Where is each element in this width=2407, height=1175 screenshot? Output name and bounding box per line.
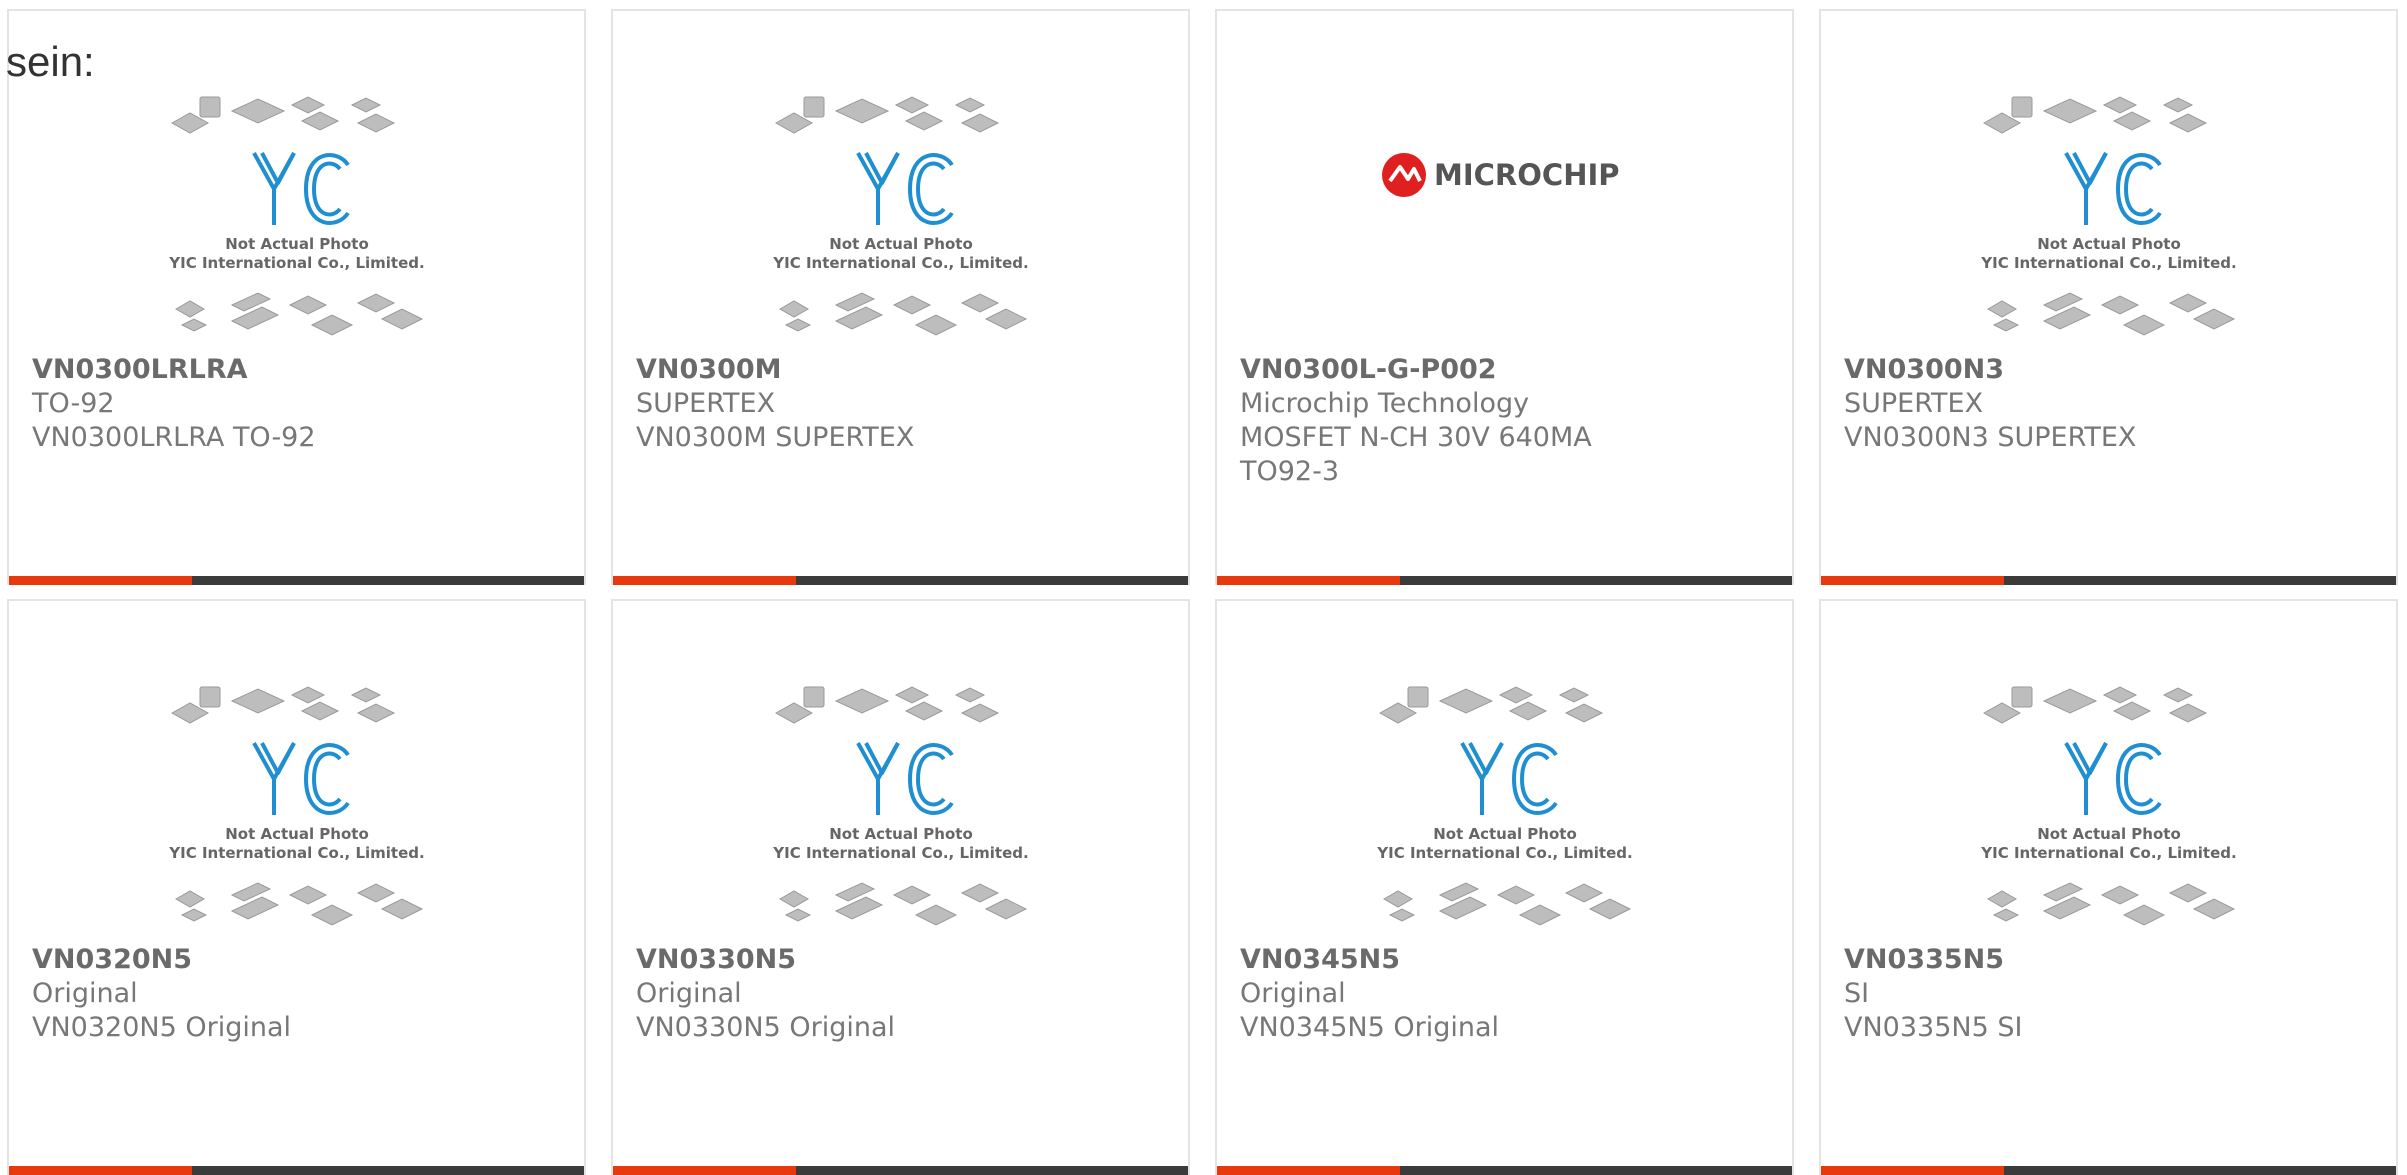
placeholder-caption-1: Not Actual Photo bbox=[829, 235, 973, 253]
product-placeholder-image: Not Actual Photo YIC International Co., … bbox=[168, 96, 424, 336]
card-accent-bar bbox=[9, 1166, 584, 1175]
product-card[interactable]: Not Actual Photo YIC International Co., … bbox=[611, 9, 1190, 585]
product-description: VN0345N5 Original bbox=[1240, 1012, 1499, 1043]
product-part-number[interactable]: VN0300M bbox=[636, 353, 1076, 387]
product-image[interactable]: Not Actual Photo YIC International Co., … bbox=[9, 683, 584, 938]
product-placeholder-image: Not Actual Photo YIC International Co., … bbox=[168, 686, 424, 926]
product-card[interactable]: MICROCHIP VN0300L-G-P002 Microchip Techno… bbox=[1215, 9, 1794, 585]
placeholder-caption-1: Not Actual Photo bbox=[2037, 825, 2181, 843]
product-info: VN0300M SUPERTEX VN0300M SUPERTEX bbox=[636, 353, 1076, 455]
placeholder-caption-1: Not Actual Photo bbox=[1433, 825, 1577, 843]
card-accent-highlight bbox=[1821, 576, 2004, 585]
placeholder-caption-1: Not Actual Photo bbox=[2037, 235, 2181, 253]
card-accent-highlight bbox=[613, 576, 796, 585]
card-accent-highlight bbox=[1821, 1166, 2004, 1175]
card-accent-bar bbox=[1821, 1166, 2396, 1175]
product-manufacturer: Original bbox=[636, 978, 742, 1009]
card-accent-highlight bbox=[613, 1166, 796, 1175]
product-image[interactable]: Not Actual Photo YIC International Co., … bbox=[613, 93, 1188, 348]
card-accent-highlight bbox=[9, 1166, 192, 1175]
page-heading: sein: bbox=[6, 38, 95, 85]
card-accent-bar bbox=[9, 576, 584, 585]
card-accent-bar bbox=[613, 576, 1188, 585]
placeholder-caption-2: YIC International Co., Limited. bbox=[772, 844, 1028, 862]
product-part-number[interactable]: VN0345N5 bbox=[1240, 943, 1680, 977]
product-image[interactable]: Not Actual Photo YIC International Co., … bbox=[1821, 683, 2396, 938]
card-accent-highlight bbox=[1217, 1166, 1400, 1175]
product-manufacturer: SI bbox=[1844, 978, 1870, 1009]
product-part-number[interactable]: VN0300L-G-P002 bbox=[1240, 353, 1680, 387]
placeholder-caption-1: Not Actual Photo bbox=[225, 825, 369, 843]
product-card[interactable]: Not Actual Photo YIC International Co., … bbox=[1819, 9, 2398, 585]
product-card[interactable]: Not Actual Photo YIC International Co., … bbox=[611, 599, 1190, 1175]
placeholder-caption-2: YIC International Co., Limited. bbox=[772, 254, 1028, 272]
product-placeholder-image: Not Actual Photo YIC International Co., … bbox=[1376, 686, 1632, 926]
product-card[interactable]: Not Actual Photo YIC International Co., … bbox=[1215, 599, 1794, 1175]
product-description: VN0300LRLRA TO-92 bbox=[32, 422, 316, 453]
product-part-number[interactable]: VN0335N5 bbox=[1844, 943, 2284, 977]
product-description: VN0300N3 SUPERTEX bbox=[1844, 422, 2137, 453]
product-image[interactable]: Not Actual Photo YIC International Co., … bbox=[613, 683, 1188, 938]
product-info: VN0345N5 Original VN0345N5 Original bbox=[1240, 943, 1680, 1045]
product-part-number[interactable]: VN0300LRLRA bbox=[32, 353, 472, 387]
product-info: VN0300LRLRA TO-92 VN0300LRLRA TO-92 bbox=[32, 353, 472, 455]
placeholder-caption-2: YIC International Co., Limited. bbox=[1376, 844, 1632, 862]
product-card[interactable]: Not Actual Photo YIC International Co., … bbox=[7, 599, 586, 1175]
microchip-logo-image: MICROCHIP bbox=[1381, 153, 1620, 197]
placeholder-caption-2: YIC International Co., Limited. bbox=[1980, 254, 2236, 272]
placeholder-caption-2: YIC International Co., Limited. bbox=[168, 254, 424, 272]
product-info: VN0300N3 SUPERTEX VN0300N3 SUPERTEX bbox=[1844, 353, 2284, 455]
card-accent-highlight bbox=[9, 576, 192, 585]
product-manufacturer: Original bbox=[1240, 978, 1346, 1009]
product-description: VN0320N5 Original bbox=[32, 1012, 291, 1043]
card-accent-bar bbox=[1821, 576, 2396, 585]
product-image[interactable]: Not Actual Photo YIC International Co., … bbox=[1821, 93, 2396, 348]
microchip-logo-text: MICROCHIP bbox=[1434, 158, 1620, 192]
card-accent-bar bbox=[1217, 576, 1792, 585]
placeholder-caption-1: Not Actual Photo bbox=[225, 235, 369, 253]
product-placeholder-image: Not Actual Photo YIC International Co., … bbox=[772, 686, 1028, 926]
product-placeholder-image: Not Actual Photo YIC International Co., … bbox=[772, 96, 1028, 336]
product-part-number[interactable]: VN0330N5 bbox=[636, 943, 1076, 977]
product-image[interactable]: MICROCHIP bbox=[1217, 93, 1792, 348]
product-placeholder-image: Not Actual Photo YIC International Co., … bbox=[1980, 686, 2236, 926]
product-manufacturer: TO-92 bbox=[32, 388, 115, 419]
product-description: VN0300M SUPERTEX bbox=[636, 422, 915, 453]
product-manufacturer: SUPERTEX bbox=[636, 388, 776, 419]
product-manufacturer: Microchip Technology bbox=[1240, 388, 1530, 419]
product-grid: Not Actual Photo YIC International Co., … bbox=[7, 9, 2398, 1175]
card-accent-bar bbox=[613, 1166, 1188, 1175]
placeholder-caption-2: YIC International Co., Limited. bbox=[1980, 844, 2236, 862]
product-description: VN0330N5 Original bbox=[636, 1012, 895, 1043]
placeholder-caption-2: YIC International Co., Limited. bbox=[168, 844, 424, 862]
product-card[interactable]: Not Actual Photo YIC International Co., … bbox=[7, 9, 586, 585]
placeholder-caption-1: Not Actual Photo bbox=[829, 825, 973, 843]
product-description: MOSFET N-CH 30V 640MA TO92-3 bbox=[1240, 422, 1592, 487]
product-manufacturer: Original bbox=[32, 978, 138, 1009]
product-image[interactable]: Not Actual Photo YIC International Co., … bbox=[1217, 683, 1792, 938]
product-manufacturer: SUPERTEX bbox=[1844, 388, 1984, 419]
product-info: VN0330N5 Original VN0330N5 Original bbox=[636, 943, 1076, 1045]
product-info: VN0300L-G-P002 Microchip Technology MOSFET… bbox=[1240, 353, 1680, 489]
product-part-number[interactable]: VN0300N3 bbox=[1844, 353, 2284, 387]
card-accent-highlight bbox=[1217, 576, 1400, 585]
card-accent-bar bbox=[1217, 1166, 1792, 1175]
product-placeholder-image: Not Actual Photo YIC International Co., … bbox=[1980, 96, 2236, 336]
product-info: VN0320N5 Original VN0320N5 Original bbox=[32, 943, 472, 1045]
product-part-number[interactable]: VN0320N5 bbox=[32, 943, 472, 977]
product-card[interactable]: Not Actual Photo YIC International Co., … bbox=[1819, 599, 2398, 1175]
product-image[interactable]: Not Actual Photo YIC International Co., … bbox=[9, 93, 584, 348]
product-description: VN0335N5 SI bbox=[1844, 1012, 2023, 1043]
product-info: VN0335N5 SI VN0335N5 SI bbox=[1844, 943, 2284, 1045]
